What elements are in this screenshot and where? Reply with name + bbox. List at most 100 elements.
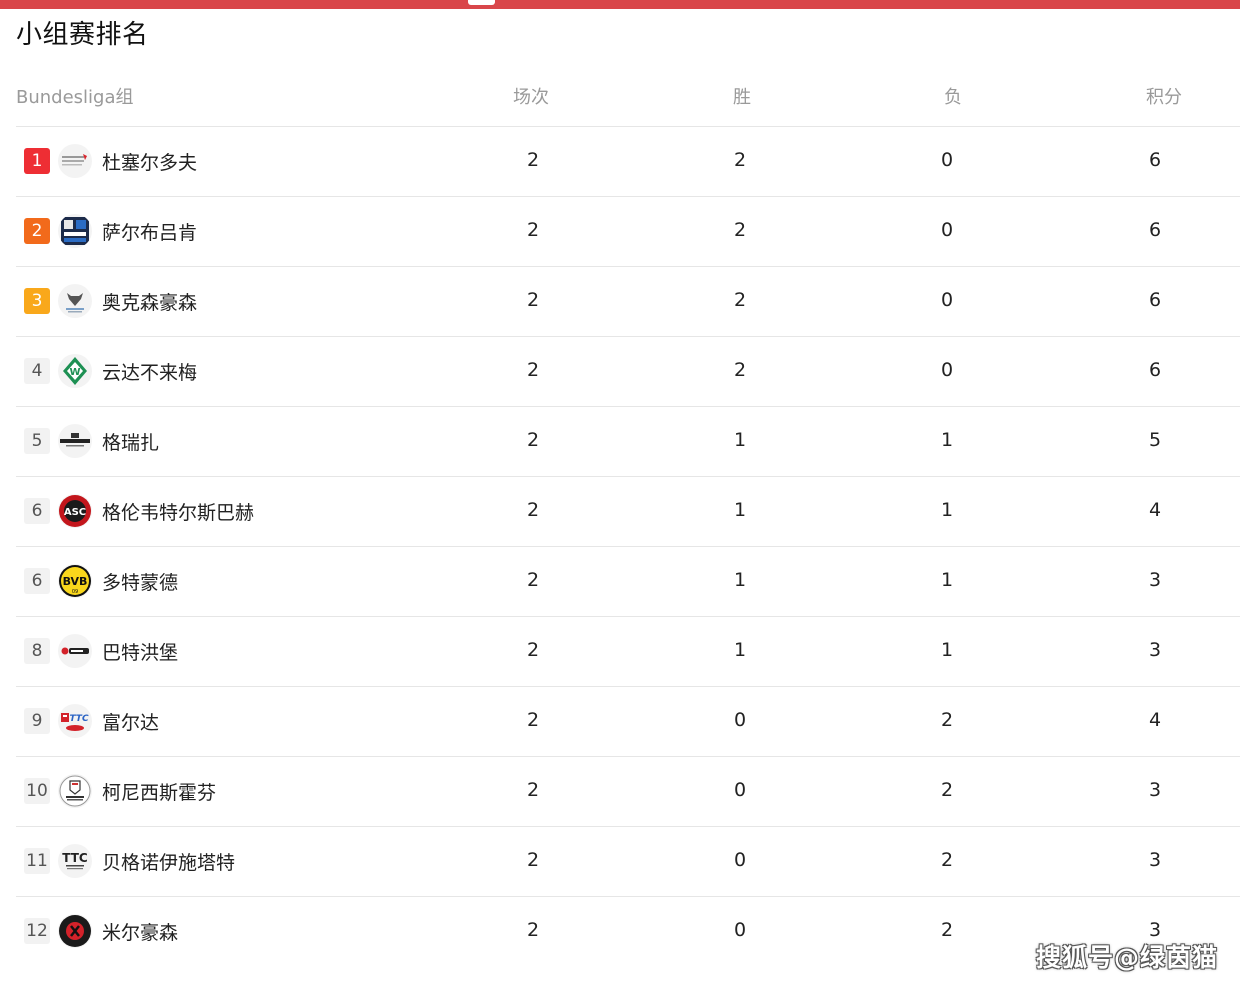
saarbruecken-logo-icon [58,214,92,248]
rank-badge: 9 [24,708,50,734]
lost-cell: 1 [940,429,954,451]
koenigshofen-logo-icon [58,774,92,808]
svg-text:BVB: BVB [63,575,88,588]
points-cell: 4 [1148,709,1162,731]
team-name[interactable]: 杜塞尔多夫 [102,148,197,175]
table-row[interactable]: 2 萨尔布吕肯 2 2 0 6 [16,197,1240,267]
played-cell: 2 [526,499,540,521]
table-header: Bundesliga组 场次 胜 负 积分 [16,66,1240,127]
rank-badge: 8 [24,638,50,664]
top-bar-tab-indicator [468,0,495,5]
played-cell: 2 [526,779,540,801]
team-name[interactable]: 富尔达 [102,708,159,735]
points-cell: 6 [1148,289,1162,311]
table-row[interactable]: 11 TTC 贝格诺伊施塔特 2 0 2 3 [16,827,1240,897]
muehlhausen-logo-icon [58,914,92,948]
team-name[interactable]: 格伦韦特尔斯巴赫 [102,498,254,525]
table-row[interactable]: 9 TTC 富尔达 2 0 2 4 [16,687,1240,757]
points-cell: 4 [1148,499,1162,521]
lost-cell: 0 [940,219,954,241]
table-row[interactable]: 5 格瑞扎 2 1 1 5 [16,407,1240,477]
lost-cell: 2 [940,779,954,801]
group-label: Bundesliga组 [16,87,134,108]
lost-cell: 1 [940,639,954,661]
won-cell: 2 [733,289,747,311]
won-cell: 2 [733,219,747,241]
lost-cell: 1 [940,499,954,521]
rank-badge: 5 [24,428,50,454]
won-cell: 2 [733,149,747,171]
won-cell: 0 [733,919,747,941]
lost-cell: 0 [940,289,954,311]
rank-badge: 2 [24,218,50,244]
lost-cell: 1 [940,569,954,591]
played-cell: 2 [526,149,540,171]
table-row[interactable]: 3 奥克森豪森 2 2 0 6 [16,267,1240,337]
table-row[interactable]: 10 柯尼西斯霍芬 2 0 2 3 [16,757,1240,827]
team-name[interactable]: 巴特洪堡 [102,638,178,665]
standings-table: Bundesliga组 场次 胜 负 积分 1 杜塞尔多夫 2 2 0 6 2 … [16,66,1240,966]
rank-badge: 10 [24,778,50,804]
table-row[interactable]: 6 ASC 格伦韦特尔斯巴赫 2 1 1 4 [16,477,1240,547]
team-name[interactable]: 萨尔布吕肯 [102,218,197,245]
table-row[interactable]: 8 巴特洪堡 2 1 1 3 [16,617,1240,687]
team-name[interactable]: 格瑞扎 [102,428,159,455]
bvb-logo-icon: BVB 09 [58,564,92,598]
lost-cell: 2 [940,919,954,941]
points-cell: 3 [1148,569,1162,591]
column-header-points: 积分 [1146,87,1182,108]
rank-badge: 6 [24,498,50,524]
page-title: 小组赛排名 [16,20,149,50]
bad-homburg-logo-icon [58,634,92,668]
team-name[interactable]: 贝格诺伊施塔特 [102,848,235,875]
svg-text:TTC: TTC [69,714,88,724]
rank-badge: 12 [24,918,50,944]
team-name[interactable]: 米尔豪森 [102,918,178,945]
grunwettersbach-logo-icon: ASC [58,494,92,528]
team-name[interactable]: 多特蒙德 [102,568,178,595]
table-row[interactable]: 4 W 云达不来梅 2 2 0 6 [16,337,1240,407]
svg-text:TTC: TTC [62,851,88,865]
column-header-played: 场次 [513,87,549,108]
column-header-lost: 负 [944,87,962,108]
points-cell: 6 [1148,359,1162,381]
top-accent-bar [0,0,1240,9]
team-name[interactable]: 云达不来梅 [102,358,197,385]
team-name[interactable]: 奥克森豪森 [102,288,197,315]
won-cell: 0 [733,779,747,801]
rank-badge: 6 [24,568,50,594]
won-cell: 1 [733,429,747,451]
played-cell: 2 [526,219,540,241]
points-cell: 3 [1148,849,1162,871]
watermark: 搜狐号@绿茵猫 [1036,943,1219,972]
svg-text:ASC: ASC [64,507,86,518]
rank-badge: 4 [24,358,50,384]
rank-badge: 1 [24,148,50,174]
played-cell: 2 [526,569,540,591]
lost-cell: 2 [940,849,954,871]
won-cell: 1 [733,499,747,521]
played-cell: 2 [526,849,540,871]
rank-badge: 11 [24,848,50,874]
lost-cell: 2 [940,709,954,731]
table-row[interactable]: 1 杜塞尔多夫 2 2 0 6 [16,127,1240,197]
team-name[interactable]: 柯尼西斯霍芬 [102,778,216,805]
column-header-won: 胜 [733,87,751,108]
points-cell: 5 [1148,429,1162,451]
won-cell: 0 [733,849,747,871]
played-cell: 2 [526,429,540,451]
points-cell: 6 [1148,149,1162,171]
points-cell: 6 [1148,219,1162,241]
played-cell: 2 [526,359,540,381]
points-cell: 3 [1148,779,1162,801]
points-cell: 3 [1148,639,1162,661]
ochsenhausen-logo-icon [58,284,92,318]
won-cell: 0 [733,709,747,731]
played-cell: 2 [526,709,540,731]
played-cell: 2 [526,289,540,311]
borussia-duesseldorf-logo-icon [58,144,92,178]
table-row[interactable]: 6 BVB 09 多特蒙德 2 1 1 3 [16,547,1240,617]
won-cell: 1 [733,569,747,591]
played-cell: 2 [526,639,540,661]
won-cell: 2 [733,359,747,381]
